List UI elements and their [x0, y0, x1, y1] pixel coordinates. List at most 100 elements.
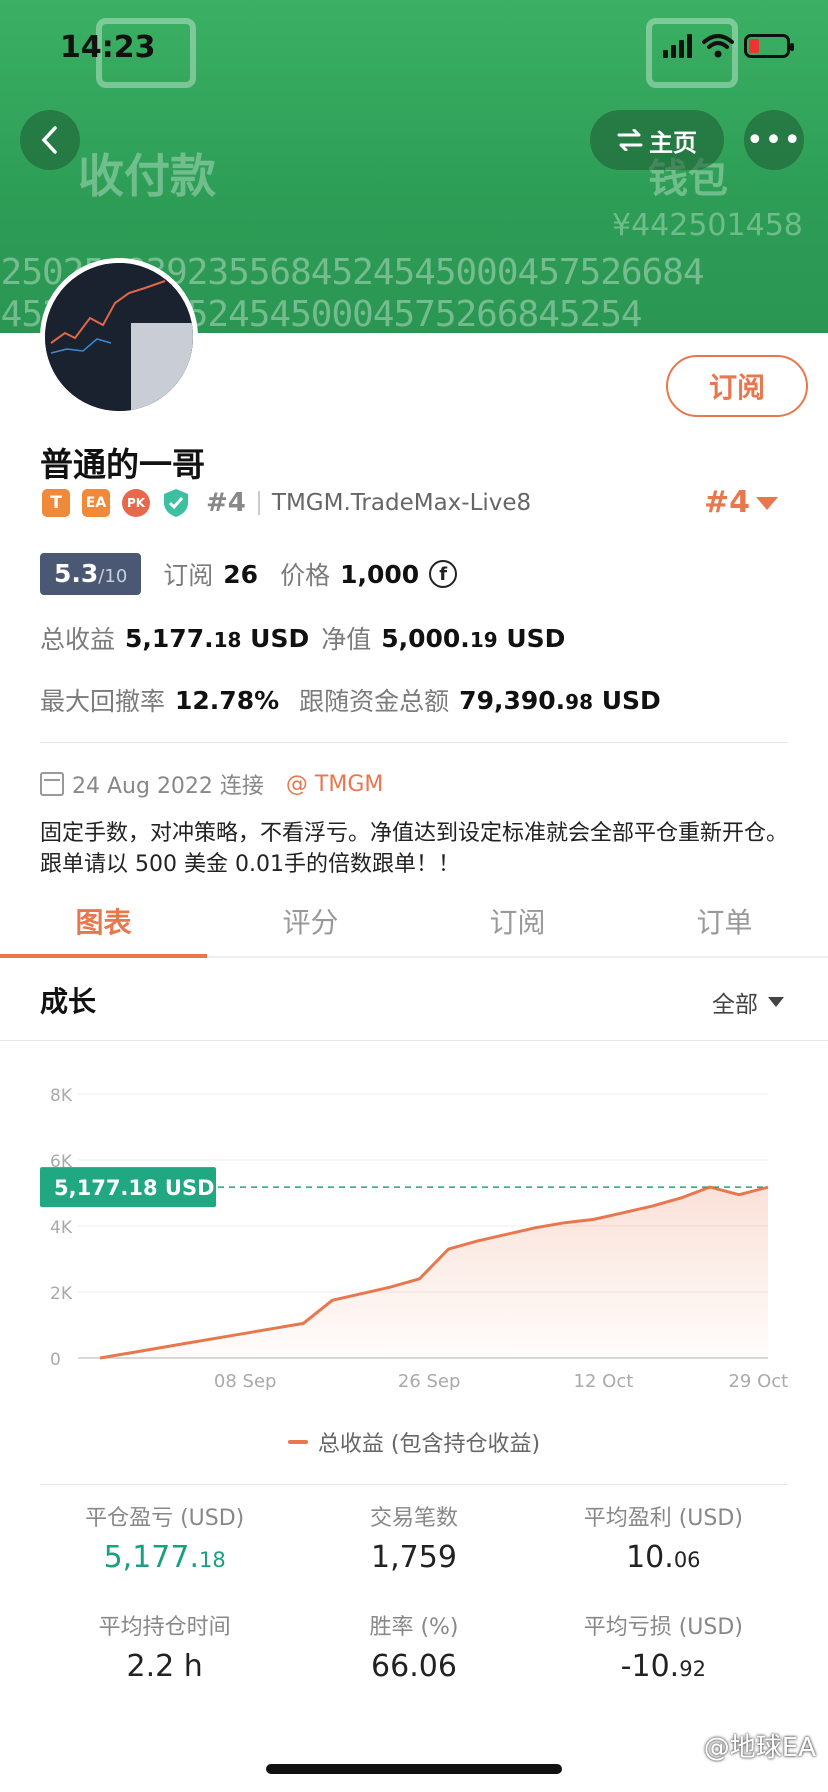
badge-ea-icon[interactable]: EA: [82, 489, 110, 517]
swap-icon: [617, 129, 643, 151]
price-label: 价格: [280, 561, 331, 590]
stat-value: 1,759: [371, 1540, 457, 1575]
status-time: 14:23: [60, 30, 156, 65]
stat-label: 平均持仓时间: [98, 1615, 231, 1640]
back-button[interactable]: [20, 110, 80, 170]
drawdown-label: 最大回撤率: [40, 687, 166, 716]
wifi-icon: [702, 34, 734, 58]
chevron-left-icon: [41, 126, 57, 154]
watermark: @地球EA: [703, 1733, 816, 1763]
equity-value: 5,000.19 USD: [381, 623, 566, 653]
follow-funds-label: 跟随资金总额: [299, 687, 450, 716]
stat-label: 平仓盈亏 (USD): [85, 1506, 245, 1531]
equity-label: 净值: [321, 625, 372, 654]
drawdown-row: 最大回撤率 12.78% 跟随资金总额 79,390.98 USD: [40, 682, 661, 718]
stat-item: 交易笔数 1,759: [289, 1500, 538, 1575]
current-value-tag: 5,177.18 USD: [40, 1167, 216, 1208]
total-profit-value: 5,177.18 USD: [125, 623, 310, 653]
stats-grid: 平仓盈亏 (USD) 5,177.18 交易笔数 1,759 平均盈利 (USD) 10.…: [40, 1500, 788, 1684]
y-tick-label: 4K: [50, 1218, 73, 1238]
more-button[interactable]: •••: [744, 110, 804, 170]
caret-down-icon: [768, 997, 784, 1007]
stat-value: 5,177.18: [103, 1540, 226, 1575]
legend-label: 总收益 (包含持仓收益): [317, 1432, 541, 1457]
y-tick-label: 8K: [50, 1086, 73, 1106]
rank-dropdown[interactable]: #4: [704, 485, 750, 520]
verified-shield-icon[interactable]: [162, 488, 190, 518]
y-tick-label: 0: [50, 1350, 61, 1370]
drawdown-value: 12.78%: [175, 685, 280, 715]
growth-chart[interactable]: 02K4K6K8K 08 Sep 26 Sep 12 Oct 29 Oct 5,177…: [0, 1060, 828, 1390]
cellular-signal-icon: [663, 34, 692, 58]
avatar[interactable]: [40, 258, 198, 416]
banner-deco-text-left: 收付款: [78, 149, 216, 203]
score-row: 5.3 /10 订阅 26 价格 1,000 f: [40, 553, 458, 595]
subscribe-button[interactable]: 订阅: [666, 355, 808, 417]
stat-value: 10.06: [626, 1540, 701, 1575]
stat-value: 66.06: [371, 1649, 457, 1684]
stat-item: 平均亏损 (USD) -10.92: [539, 1609, 788, 1684]
tab-bar: 图表 评分 订阅 订单: [0, 886, 828, 958]
banner-deco-amount: ¥442501458: [612, 208, 803, 243]
coin-icon: f: [429, 560, 458, 588]
stat-item: 平均持仓时间 2.2 h: [40, 1609, 289, 1684]
x-tick-label: 08 Sep: [214, 1371, 277, 1390]
x-tick-label: 26 Sep: [398, 1371, 461, 1390]
score-max: /10: [98, 566, 128, 587]
x-tick-label: 29 Oct: [728, 1371, 788, 1390]
stat-item: 胜率 (%) 66.06: [289, 1609, 538, 1684]
home-indicator[interactable]: [266, 1764, 562, 1774]
tab-orders[interactable]: 订单: [621, 886, 828, 956]
divider: [40, 1484, 788, 1485]
price-value: 1,000: [340, 559, 420, 589]
trader-name: 普通的一哥: [40, 445, 205, 484]
y-tick-label: 2K: [50, 1284, 73, 1304]
section-title: 成长: [40, 985, 97, 1018]
legend-swatch: [287, 1440, 308, 1444]
badge-t-icon[interactable]: T: [42, 489, 70, 517]
period-filter[interactable]: 全部: [712, 985, 784, 1019]
divider: [257, 491, 260, 515]
chart-area-fill: [100, 1187, 768, 1358]
profit-row: 总收益 5,177.18 USD 净值 5,000.19 USD: [40, 620, 565, 656]
badge-row: T EA PK #4 TMGM.TradeMax-Live8: [42, 488, 531, 518]
strategy-description: 固定手数，对冲策略，不看浮亏。净值达到设定标准就会全部平仓重新开仓。跟单请以 5…: [40, 821, 789, 877]
tab-subscriptions[interactable]: 订阅: [414, 886, 621, 956]
divider: [0, 1040, 828, 1041]
stat-value: -10.92: [620, 1649, 706, 1684]
current-value-label: 5,177.18 USD: [54, 1176, 215, 1200]
subscribe-count: 26: [223, 559, 259, 589]
score-badge: 5.3 /10: [40, 553, 142, 595]
server-name: TMGM.TradeMax-Live8: [271, 490, 532, 516]
avatar-chart-image: [45, 263, 193, 411]
caret-down-icon[interactable]: [756, 497, 778, 510]
home-button-label: 主页: [649, 128, 697, 157]
stat-item: 平仓盈亏 (USD) 5,177.18: [40, 1500, 289, 1575]
calendar-icon: [40, 772, 64, 796]
stat-label: 胜率 (%): [369, 1615, 459, 1640]
stat-label: 平均盈利 (USD): [583, 1506, 743, 1531]
follow-funds-value: 79,390.98 USD: [459, 685, 661, 715]
stat-label: 平均亏损 (USD): [583, 1615, 743, 1640]
more-icon: •••: [745, 122, 803, 158]
chart-legend[interactable]: 总收益 (包含持仓收益): [0, 1426, 828, 1458]
rank-label: #4: [206, 488, 246, 518]
stat-value: 2.2 h: [126, 1649, 203, 1684]
period-filter-label: 全部: [712, 992, 758, 1018]
connection-row: 24 Aug 2022 连接 @ TMGM: [40, 768, 383, 800]
subscribe-count-label: 订阅: [163, 561, 214, 590]
broker-link[interactable]: @ TMGM: [286, 772, 383, 797]
status-icons: [663, 34, 794, 58]
stat-item: 平均盈利 (USD) 10.06: [539, 1500, 788, 1575]
total-profit-label: 总收益: [40, 625, 116, 654]
tab-chart[interactable]: 图表: [0, 886, 207, 958]
battery-icon: [744, 34, 794, 58]
stat-label: 交易笔数: [369, 1506, 458, 1531]
x-tick-label: 12 Oct: [574, 1371, 634, 1390]
connection-date: 24 Aug 2022 连接: [72, 774, 264, 799]
score-value: 5.3: [54, 559, 99, 588]
divider: [40, 742, 788, 743]
badge-pk-icon[interactable]: PK: [122, 489, 150, 517]
home-button[interactable]: 主页: [590, 110, 724, 170]
tab-rating[interactable]: 评分: [207, 886, 414, 956]
